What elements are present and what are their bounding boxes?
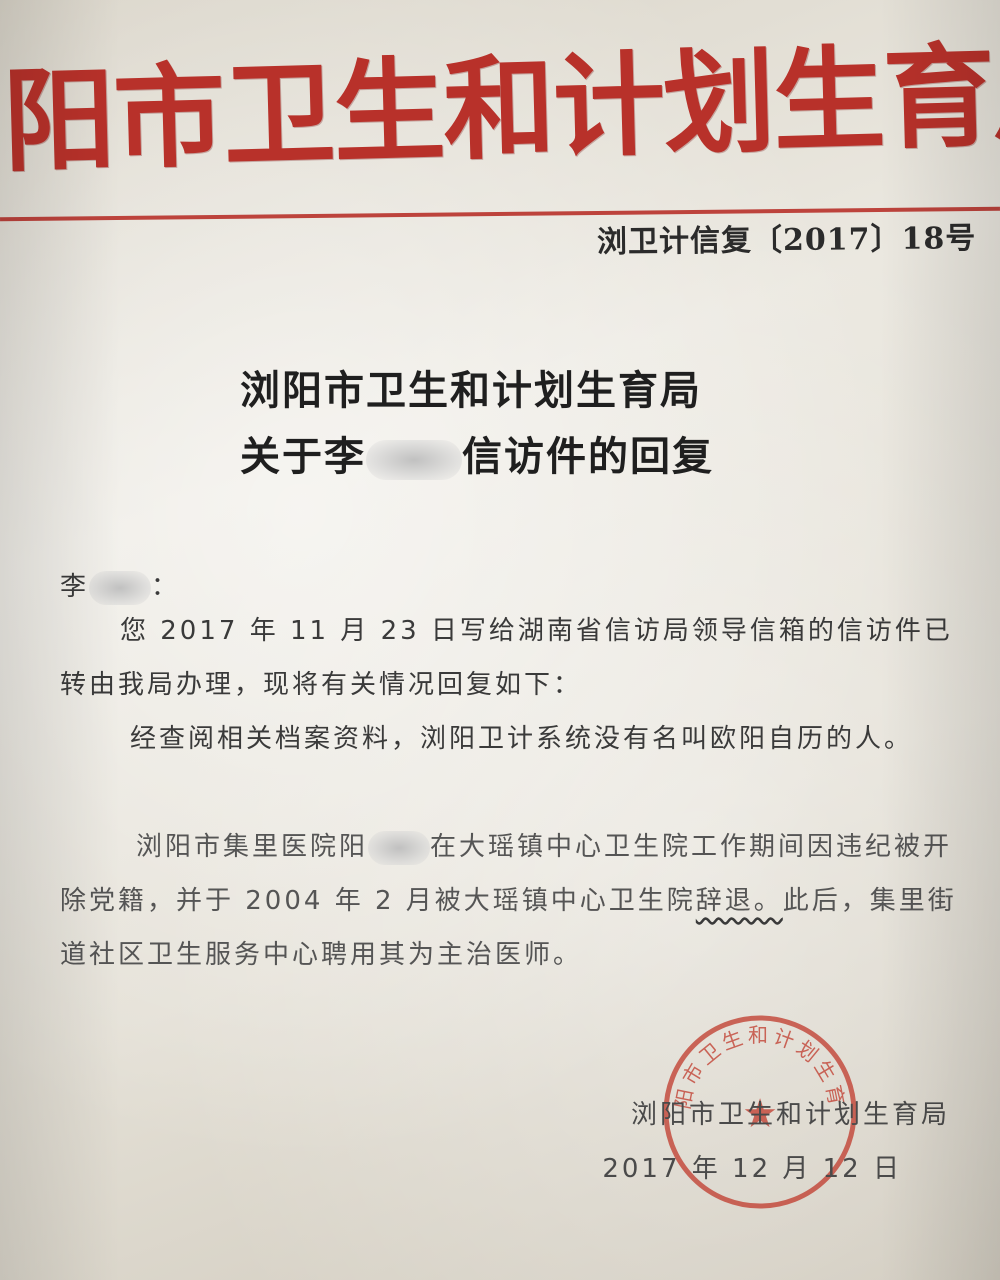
letterhead-title: 浏阳市卫生和计划生育局 [0, 29, 1000, 191]
redacted-name-blur [89, 570, 152, 605]
redacted-name-blur [368, 830, 431, 865]
body-paragraph-2: 经查阅相关档案资料，浏阳卫计系统没有名叫欧阳自历的人。 [130, 724, 914, 754]
salutation-name: 李 [60, 572, 90, 602]
redacted-name-blur [366, 440, 462, 480]
body-paragraph-3: 浏阳市集里医院阳 在大瑶镇中心卫生院工作期间因违纪被开除党籍，并于 2004 年 … [60, 820, 970, 982]
salutation-punct: ： [151, 572, 181, 602]
closing-date: 2017 年 12 月 12 日 [602, 1154, 902, 1184]
title-suffix: 信访件的回复 [462, 433, 714, 480]
body-paragraph-1: 您 2017 年 11 月 23 日写给湖南省信访局领导信箱的信访件已转由我局办… [60, 616, 953, 700]
closing-signature: 浏阳市卫生和计划生育局 [630, 1100, 950, 1130]
document-number: 浏卫计信复〔2017〕18号 [596, 221, 977, 260]
document-title-line-2: 关于李 信访件的回复 [240, 424, 800, 482]
title-prefix: 关于李 [240, 433, 366, 480]
document-title-line-1: 浏阳市卫生和计划生育局 [240, 367, 702, 414]
underlined-phrase: 辞退。 [695, 886, 783, 916]
paragraph-3-start: 浏阳市集里医院阳 [136, 832, 369, 862]
document-page: 浏阳市卫生和计划生育局 浏卫计信复〔2017〕18号 浏阳市卫生和计划生育局 关… [0, 0, 1000, 1280]
